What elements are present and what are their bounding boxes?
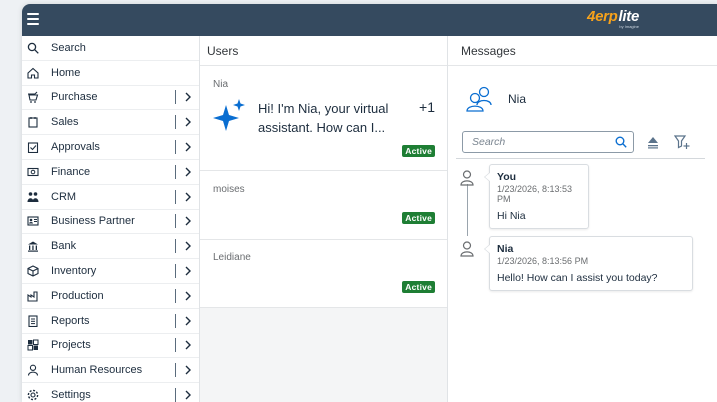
sidebar-item-approvals[interactable]: Approvals <box>22 135 199 160</box>
timeline-line <box>467 184 468 236</box>
sidebar-item-projects[interactable]: Projects <box>22 334 199 359</box>
user-row-moises[interactable]: moises Active <box>200 171 447 240</box>
top-bar: 4erplite by Imagine <box>22 4 717 36</box>
inventory-icon <box>26 265 39 278</box>
chevron-right-icon[interactable] <box>175 338 199 353</box>
message-search-input[interactable] <box>463 136 612 148</box>
sidebar-item-label: Approvals <box>51 141 100 154</box>
sidebar-item-sales[interactable]: Sales <box>22 110 199 136</box>
message-text: Hello! How can I assist you today? <box>497 272 658 284</box>
sidebar-item-settings[interactable]: Settings <box>22 383 199 402</box>
sidebar-item-label: Business Partner <box>51 215 135 228</box>
app-logo: 4erplite by Imagine <box>587 8 639 29</box>
business-partner-icon <box>26 215 39 228</box>
crm-icon <box>26 190 39 203</box>
sidebar-item-label: Home <box>51 66 81 79</box>
projects-icon <box>26 339 39 352</box>
users-panel: Users Nia Hi! I'm Nia, your virtual assi… <box>200 36 448 402</box>
users-panel-title: Users <box>200 36 447 66</box>
chevron-right-icon[interactable] <box>175 189 199 204</box>
sidebar: Search Home Purchase Sales Approvals Finance C… <box>22 36 200 402</box>
sidebar-item-bank[interactable]: Bank <box>22 234 199 260</box>
app-window: 4erplite by Imagine Search Home Purchase Sa… <box>22 4 717 402</box>
search-icon <box>26 41 39 54</box>
sidebar-item-label: Bank <box>51 240 77 253</box>
sidebar-item-label: Settings <box>51 389 91 402</box>
messages-panel: Messages Nia Search You 1/23/2026, 8:13:… <box>448 36 717 402</box>
approvals-icon <box>26 141 39 154</box>
sidebar-item-label: Purchase <box>51 91 98 104</box>
message-sender: Nia <box>497 243 514 255</box>
sidebar-item-reports[interactable]: Reports <box>22 309 199 334</box>
sidebar-item-label: Human Resources <box>51 364 143 377</box>
sidebar-item-label: Sales <box>51 116 79 129</box>
chevron-right-icon[interactable] <box>175 239 199 254</box>
status-badge: Active <box>402 281 435 293</box>
status-badge: Active <box>402 145 435 157</box>
chevron-right-icon[interactable] <box>175 164 199 179</box>
message-timestamp: 1/23/2026, 8:13:56 PM <box>497 256 589 266</box>
sidebar-item-home[interactable]: Home <box>22 61 199 86</box>
bank-icon <box>26 240 39 253</box>
search-icon[interactable] <box>612 133 630 151</box>
chevron-right-icon[interactable] <box>175 115 199 130</box>
unread-count: +1 <box>419 99 435 115</box>
home-icon <box>26 66 39 79</box>
sidebar-item-finance[interactable]: Finance <box>22 160 199 185</box>
message-preview: Hi! I'm Nia, your virtual assistant. How… <box>258 101 389 135</box>
message-timestamp: 1/23/2026, 8:13:53 PM <box>497 184 573 204</box>
purchase-icon <box>26 91 39 104</box>
sidebar-item-inventory[interactable]: Inventory <box>22 259 199 284</box>
chevron-right-icon[interactable] <box>175 90 199 105</box>
user-row-nia[interactable]: Nia Hi! I'm Nia, your virtual assistant.… <box>200 66 447 171</box>
sales-icon <box>26 116 39 129</box>
user-name: Leidiane <box>213 252 251 263</box>
user-name: Nia <box>213 79 229 90</box>
sidebar-item-label: CRM <box>51 190 77 203</box>
user-name: moises <box>213 184 245 195</box>
chevron-right-icon[interactable] <box>175 288 199 303</box>
chevron-right-icon[interactable] <box>175 313 199 328</box>
sidebar-item-search[interactable]: Search <box>22 36 199 61</box>
chevron-right-icon[interactable] <box>175 140 199 155</box>
sidebar-item-label: Production <box>51 289 104 302</box>
sidebar-item-label: Search <box>51 41 86 54</box>
chevron-right-icon[interactable] <box>175 214 199 229</box>
messages-panel-title: Messages <box>448 36 717 66</box>
message-bubble: You 1/23/2026, 8:13:53 PM Hi Nia <box>484 164 589 229</box>
conversation-contact-name: Nia <box>508 92 527 106</box>
sidebar-item-crm[interactable]: CRM <box>22 185 199 210</box>
message-text: Hi Nia <box>497 210 526 222</box>
finance-icon <box>26 165 39 178</box>
sidebar-item-purchase[interactable]: Purchase <box>22 86 199 111</box>
sidebar-item-label: Reports <box>51 314 90 327</box>
person-icon <box>460 170 474 186</box>
filter-icon[interactable] <box>674 134 690 150</box>
sidebar-item-human-resources[interactable]: Human Resources <box>22 358 199 384</box>
production-icon <box>26 289 39 302</box>
divider <box>456 158 705 159</box>
sidebar-item-label: Finance <box>51 165 91 178</box>
chevron-right-icon[interactable] <box>175 363 199 378</box>
person-icon <box>460 241 474 257</box>
sidebar-item-production[interactable]: Production <box>22 284 199 309</box>
message-sender: You <box>497 171 517 183</box>
user-row-leidiane[interactable]: Leidiane Active <box>200 240 447 308</box>
human-resources-icon <box>26 364 39 377</box>
menu-icon[interactable] <box>27 13 39 25</box>
sidebar-item-business-partner[interactable]: Business Partner <box>22 210 199 235</box>
settings-icon <box>26 389 39 402</box>
sidebar-item-label: Projects <box>51 339 91 352</box>
reports-icon <box>26 314 39 327</box>
ai-sparkle-icon <box>213 99 245 131</box>
message-bubble: Nia 1/23/2026, 8:13:56 PM Hello! How can… <box>484 236 693 291</box>
message-search-field <box>462 131 634 153</box>
conversation-header: Nia <box>466 86 526 112</box>
chevron-right-icon[interactable] <box>175 388 199 402</box>
status-badge: Active <box>402 212 435 224</box>
chevron-right-icon[interactable] <box>175 264 199 279</box>
users-group-icon <box>466 86 492 112</box>
sort-icon[interactable] <box>646 135 660 149</box>
sidebar-item-label: Inventory <box>51 265 97 278</box>
